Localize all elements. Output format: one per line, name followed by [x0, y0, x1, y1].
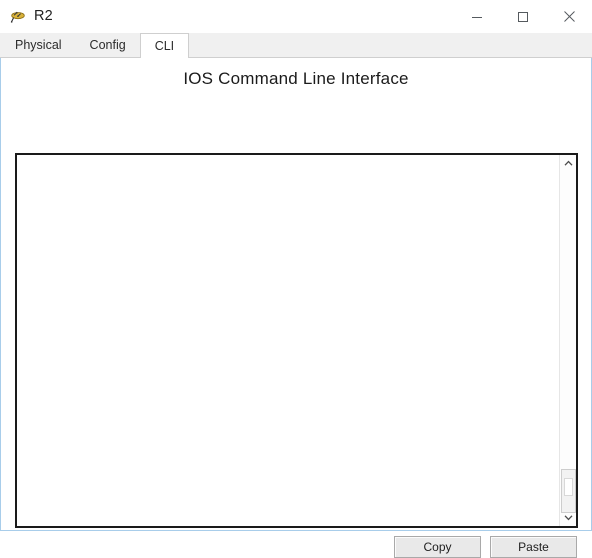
panel-title: IOS Command Line Interface: [183, 69, 409, 88]
cisco-device-window: R2 Physical Config CLI IOS Command Line …: [0, 0, 592, 558]
title-bar: R2: [0, 0, 592, 33]
scrollbar-thumb[interactable]: [561, 469, 576, 513]
chevron-up-icon[interactable]: [560, 155, 576, 172]
maximize-icon[interactable]: [500, 0, 546, 33]
tab-cli[interactable]: CLI: [139, 33, 190, 58]
scrollbar-track[interactable]: [560, 172, 576, 513]
tab-physical[interactable]: Physical: [1, 33, 76, 57]
paste-button[interactable]: Paste: [490, 536, 577, 558]
tab-physical-label: Physical: [15, 38, 62, 52]
router-icon: [9, 9, 27, 25]
chevron-down-icon[interactable]: [560, 509, 576, 526]
terminal-console[interactable]: Router>enable Router#ping 10.2.63.3 Type…: [15, 153, 578, 528]
cli-panel: IOS Command Line Interface Router>enable…: [0, 58, 592, 558]
action-buttons: Copy Paste: [394, 536, 577, 558]
window-controls: [454, 0, 592, 33]
minimize-icon[interactable]: [454, 0, 500, 33]
tab-config-label: Config: [89, 38, 126, 52]
close-icon[interactable]: [546, 0, 592, 33]
tab-cli-label: CLI: [154, 39, 175, 53]
tab-bar: Physical Config CLI: [0, 33, 592, 58]
title-bar-left: R2: [0, 9, 53, 25]
tab-config[interactable]: Config: [75, 33, 140, 57]
copy-button[interactable]: Copy: [394, 536, 481, 558]
terminal-output[interactable]: Router>enable Router#ping 10.2.63.3 Type…: [17, 155, 559, 526]
terminal-scrollbar[interactable]: [559, 155, 576, 526]
window-title: R2: [34, 8, 53, 25]
scrollbar-thumb-grip: [564, 478, 573, 496]
